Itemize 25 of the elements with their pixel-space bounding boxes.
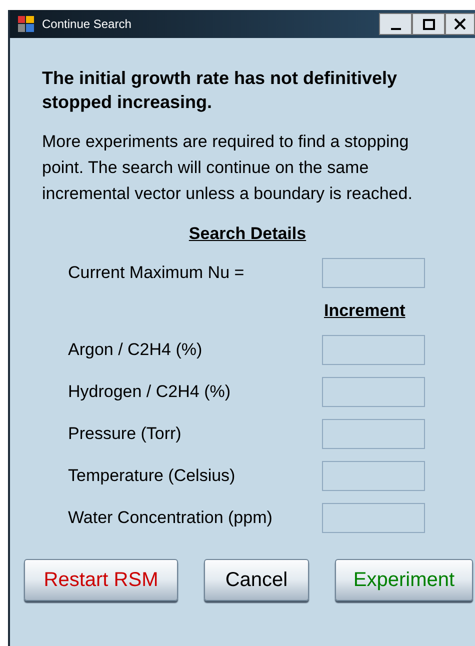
field-label: Hydrogen / C2H4 (%) <box>68 381 232 404</box>
close-icon <box>454 18 466 30</box>
input-field[interactable] <box>322 419 425 449</box>
section-title: Search Details <box>188 223 306 245</box>
close-button[interactable] <box>445 13 475 35</box>
field-label: Temperature (Celsius) <box>68 465 236 488</box>
field-label: Pressure (Torr) <box>68 423 182 446</box>
maximize-button[interactable] <box>412 13 445 35</box>
input-field[interactable] <box>322 461 425 491</box>
dialog-button[interactable]: Restart RSM <box>24 559 178 601</box>
window-title: Continue Search <box>42 16 132 33</box>
field-label: Current Maximum Nu = <box>68 262 246 284</box>
dialog-button[interactable]: Cancel <box>204 559 309 601</box>
input-field[interactable] <box>322 258 425 288</box>
app-icon <box>18 16 34 32</box>
field-label: Argon / C2H4 (%) <box>68 339 204 362</box>
field-label: Water Concentration (ppm) <box>68 507 274 530</box>
dialog-button[interactable]: Experiment <box>335 559 473 601</box>
heading: The initial growth rate has not definitively stopped increasing. <box>42 67 398 114</box>
minimize-button[interactable] <box>379 13 412 35</box>
message: More experiments are required to find a stopping point. The search will continue on the same incremental vector unless a boundary is reached. <box>42 131 414 205</box>
column-header: Increment <box>324 300 406 322</box>
input-field[interactable] <box>322 335 425 365</box>
input-field[interactable] <box>322 377 425 407</box>
input-field[interactable] <box>322 503 425 533</box>
